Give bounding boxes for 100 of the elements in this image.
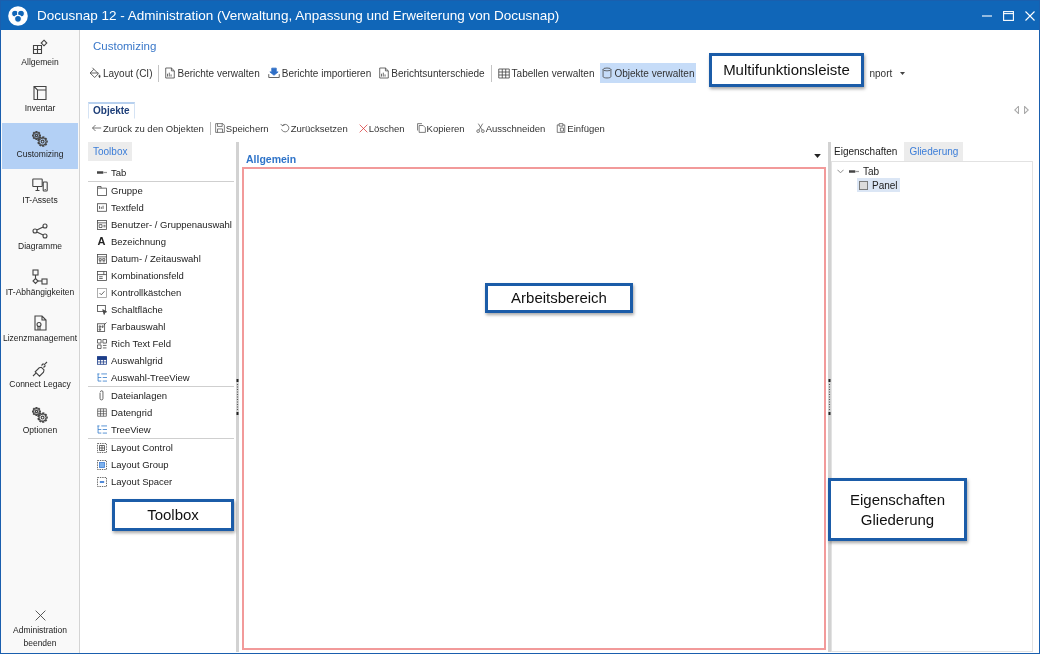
- panel-tab[interactable]: Eigenschaften: [831, 142, 903, 161]
- ribbon-button[interactable]: nport: [867, 63, 908, 83]
- scissors-icon: [475, 123, 485, 133]
- undo-icon: [279, 123, 290, 133]
- save-icon: [214, 123, 225, 133]
- toolbox-item[interactable]: Benutzer- / Gruppenauswahl: [88, 216, 234, 233]
- toolbar-button[interactable]: Löschen: [357, 120, 406, 136]
- toolbox-item[interactable]: Rich Text Feld: [88, 335, 234, 352]
- toolbox-item[interactable]: Datengrid: [88, 404, 234, 421]
- sidebar-item[interactable]: Customizing: [2, 123, 78, 169]
- toolbox-item[interactable]: Dateianlagen: [88, 387, 234, 404]
- color-picker-icon: [96, 321, 107, 332]
- toolbox-item[interactable]: Kombinationsfeld: [88, 267, 234, 284]
- button-cursor-icon: [96, 304, 107, 315]
- grip-icon: [236, 379, 239, 415]
- table-icon: [96, 408, 107, 417]
- devices-icon: [32, 177, 48, 193]
- toolbox-item[interactable]: A Bezeichnung: [88, 233, 234, 250]
- document-icon: [379, 67, 390, 79]
- gears-icon: [32, 131, 48, 147]
- toolbox-item[interactable]: Tab: [88, 164, 234, 181]
- layout-group-icon: [96, 459, 107, 470]
- close-icon: [33, 609, 47, 622]
- grip-icon: [828, 379, 831, 415]
- sidebar-item[interactable]: Optionen: [2, 399, 78, 445]
- tree-node[interactable]: Panel: [857, 178, 900, 192]
- arrow-right-icon[interactable]: [1024, 106, 1029, 114]
- toolbar-button[interactable]: Speichern: [213, 120, 270, 136]
- caret-down-icon[interactable]: [814, 154, 821, 158]
- splitter[interactable]: [236, 142, 239, 652]
- copy-icon: [415, 123, 426, 133]
- layout-icon: [96, 442, 107, 453]
- sidebar-item[interactable]: Inventar: [2, 77, 78, 123]
- ribbon-button[interactable]: Berichte importieren: [265, 63, 374, 83]
- tab-icon: [849, 169, 859, 173]
- paint-bucket-icon: [89, 67, 101, 79]
- sidebar-item[interactable]: Allgemein: [2, 31, 78, 77]
- callout: Arbeitsbereich: [485, 283, 633, 313]
- panel-tab[interactable]: Toolbox: [88, 142, 133, 161]
- cylinder-icon: [602, 67, 613, 79]
- toolbox-item[interactable]: Auswahl-TreeView: [88, 369, 234, 386]
- rich-text-icon: [96, 338, 107, 349]
- sidebar-item[interactable]: Diagramme: [2, 215, 78, 261]
- calendar-icon: [96, 253, 107, 264]
- ribbon-button[interactable]: Berichte verwalten: [163, 63, 262, 83]
- arrow-left-icon[interactable]: [1014, 106, 1019, 114]
- ribbon-tab[interactable]: Customizing: [93, 38, 157, 54]
- paperclip-icon: [99, 390, 104, 401]
- toolbar-button[interactable]: Einfügen: [555, 120, 606, 136]
- sidebar-item[interactable]: Connect Legacy: [2, 353, 78, 399]
- clipboard-icon: [556, 123, 567, 133]
- arrow-left-icon: [91, 124, 102, 132]
- toolbox-item[interactable]: TreeView: [88, 421, 234, 438]
- callout: Toolbox: [112, 499, 234, 531]
- checkbox-icon: [96, 287, 107, 298]
- grid-icon: [96, 356, 107, 365]
- tree-list-icon: [96, 373, 107, 382]
- ribbon-button[interactable]: Tabellen verwalten: [495, 63, 597, 83]
- certificate-icon: [32, 315, 48, 331]
- close-icon[interactable]: [1025, 10, 1035, 21]
- toolbox-item[interactable]: Auswahlgrid: [88, 352, 234, 369]
- exit-button[interactable]: Administration beenden: [1, 609, 79, 653]
- toolbox-item[interactable]: Layout Spacer: [88, 473, 234, 490]
- table-icon: [497, 67, 510, 79]
- tree-node[interactable]: Tab: [847, 164, 882, 178]
- sidebar-item[interactable]: Lizenzmanagement: [2, 307, 78, 353]
- toolbox-item[interactable]: Kontrollkästchen: [88, 284, 234, 301]
- sidebar-item[interactable]: IT-Abhängigkeiten: [2, 261, 78, 307]
- callout: Multifunktionsleiste: [709, 53, 864, 87]
- toolbox-item[interactable]: Textfeld: [88, 199, 234, 216]
- toolbox-item[interactable]: Farbauswahl: [88, 318, 234, 335]
- letter-icon: A: [97, 236, 106, 247]
- minimize-icon[interactable]: [982, 14, 992, 17]
- text-field-icon: [96, 203, 107, 212]
- plug-icon: [32, 361, 48, 377]
- ribbon-button[interactable]: Layout (CI): [87, 63, 155, 83]
- tree-list-icon: [96, 425, 107, 434]
- toolbox-item[interactable]: Layout Group: [88, 456, 234, 473]
- folder-icon: [96, 185, 107, 196]
- ribbon-button[interactable]: Berichtsunterschiede: [377, 63, 487, 83]
- toolbox-item[interactable]: Gruppe: [88, 182, 234, 199]
- toolbar-button[interactable]: Ausschneiden: [474, 120, 547, 136]
- share-icon: [32, 223, 48, 239]
- document-tab[interactable]: Objekte: [88, 102, 135, 119]
- tab-icon: [96, 171, 107, 174]
- toolbar-button[interactable]: Zurück zu den Objekten: [90, 120, 205, 136]
- ribbon-button[interactable]: Objekte verwalten: [600, 63, 697, 83]
- document-icon: [165, 67, 176, 79]
- toolbar-button[interactable]: Zurücksetzen: [278, 120, 349, 136]
- maximize-icon[interactable]: [1003, 10, 1014, 21]
- app-logo-icon: [8, 5, 28, 26]
- callout: Eigenschaften Gliederung: [828, 478, 967, 541]
- toolbox-item[interactable]: Layout Control: [88, 439, 234, 456]
- toolbar-button[interactable]: Kopieren: [414, 120, 466, 136]
- sidebar-item[interactable]: IT-Assets: [2, 169, 78, 215]
- toolbox-item[interactable]: Schaltfläche: [88, 301, 234, 318]
- window-title: Docusnap 12 - Administration (Verwaltung, Anpassung und Erweiterung von Docusnap): [37, 8, 560, 23]
- panel-tab[interactable]: Gliederung: [904, 142, 964, 161]
- chevron-down-icon[interactable]: [837, 168, 844, 174]
- toolbox-item[interactable]: Datum- / Zeitauswahl: [88, 250, 234, 267]
